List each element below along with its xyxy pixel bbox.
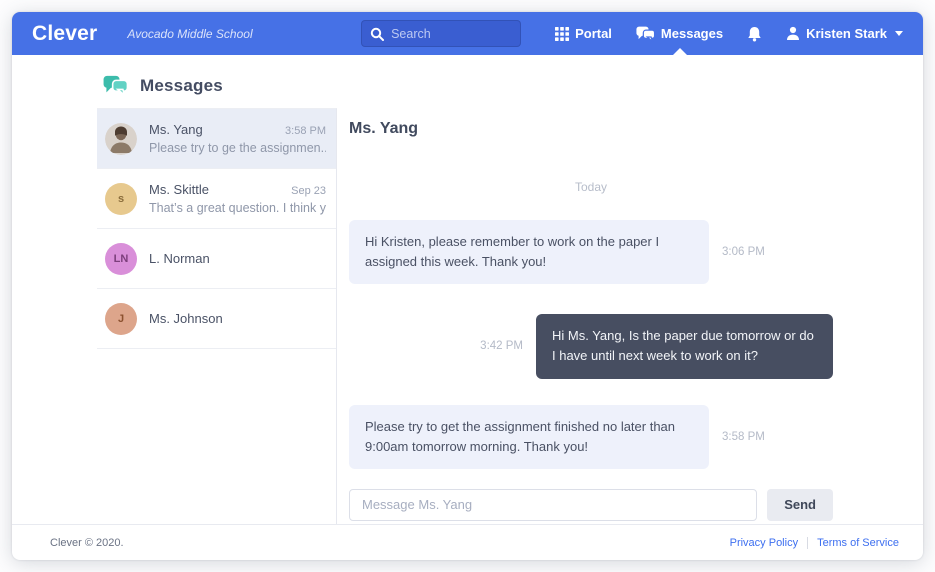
clever-logo[interactable]: Clever <box>32 22 97 46</box>
message-timestamp: 3:42 PM <box>480 340 523 352</box>
conversation-preview: That’s a great question. I think y... <box>149 201 326 215</box>
nav-portal-label: Portal <box>575 26 612 41</box>
messages-body: Ms. Yang 3:58 PM Please try to ge the as… <box>12 108 923 524</box>
message-row: Please try to get the assignment finishe… <box>349 405 833 469</box>
nav-messages-label: Messages <box>661 26 723 41</box>
user-menu[interactable]: Kristen Stark <box>786 26 903 41</box>
search-box[interactable] <box>361 20 521 47</box>
nav-item-messages[interactable]: Messages <box>636 26 723 42</box>
day-divider: Today <box>349 180 833 194</box>
conversation-name: Ms. Skittle <box>149 182 209 197</box>
message-timestamp: 3:06 PM <box>722 246 765 258</box>
conversation-time: Sep 23 <box>291 185 326 197</box>
navbar-links: Portal Messages <box>555 26 903 42</box>
conversation-preview: Please try to ge the assignmen... <box>149 141 326 155</box>
conversation-item-ms-yang[interactable]: Ms. Yang 3:58 PM Please try to ge the as… <box>97 109 336 169</box>
privacy-policy-link[interactable]: Privacy Policy <box>730 537 798 549</box>
chat-header: Ms. Yang <box>349 120 833 138</box>
message-row: 3:42 PM Hi Ms. Yang, Is the paper due to… <box>349 314 833 378</box>
footer: Clever © 2020. Privacy Policy Terms of S… <box>12 524 923 560</box>
search-input[interactable] <box>391 27 512 41</box>
nav-item-notifications[interactable] <box>747 26 762 42</box>
link-separator <box>807 537 808 549</box>
message-composer: Send <box>349 469 833 521</box>
page-title-row: Messages <box>12 55 923 108</box>
message-input[interactable] <box>349 489 757 521</box>
conversation-item-ms-johnson[interactable]: J Ms. Johnson <box>97 289 336 349</box>
school-name: Avocado Middle School <box>127 27 252 41</box>
conversation-item-l-norman[interactable]: LN L. Norman <box>97 229 336 289</box>
person-icon <box>786 26 800 41</box>
avatar: LN <box>105 243 137 275</box>
chat-pane: Ms. Yang Today Hi Kristen, please rememb… <box>337 108 923 524</box>
incoming-message-bubble: Please try to get the assignment finishe… <box>349 405 709 469</box>
conversation-name: Ms. Yang <box>149 122 203 137</box>
navbar: Clever Avocado Middle School Portal <box>12 12 923 55</box>
terms-of-service-link[interactable]: Terms of Service <box>817 537 899 549</box>
avatar: J <box>105 303 137 335</box>
page-title: Messages <box>140 76 223 96</box>
send-button[interactable]: Send <box>767 489 833 521</box>
conversation-item-ms-skittle[interactable]: s Ms. Skittle Sep 23 That’s a great ques… <box>97 169 336 229</box>
conversation-list: Ms. Yang 3:58 PM Please try to ge the as… <box>97 108 337 524</box>
user-name: Kristen Stark <box>806 26 887 41</box>
bell-icon <box>747 26 762 42</box>
conversation-name: L. Norman <box>149 251 210 266</box>
nav-item-portal[interactable]: Portal <box>555 26 612 41</box>
avatar: s <box>105 183 137 215</box>
messages-title-icon <box>103 75 128 96</box>
conversation-name: Ms. Johnson <box>149 311 223 326</box>
incoming-message-bubble: Hi Kristen, please remember to work on t… <box>349 220 709 284</box>
message-row: Hi Kristen, please remember to work on t… <box>349 220 833 284</box>
outgoing-message-bubble: Hi Ms. Yang, Is the paper due tomorrow o… <box>536 314 833 378</box>
conversation-time: 3:58 PM <box>285 125 326 137</box>
grid-icon <box>555 27 569 41</box>
copyright-text: Clever © 2020. <box>50 537 124 549</box>
avatar <box>105 123 137 155</box>
search-icon <box>370 27 384 41</box>
chevron-down-icon <box>895 31 903 36</box>
chat-bubbles-icon <box>636 26 655 42</box>
footer-links: Privacy Policy Terms of Service <box>730 537 899 549</box>
message-timestamp: 3:58 PM <box>722 431 765 443</box>
app-window: Clever Avocado Middle School Portal <box>12 12 923 560</box>
